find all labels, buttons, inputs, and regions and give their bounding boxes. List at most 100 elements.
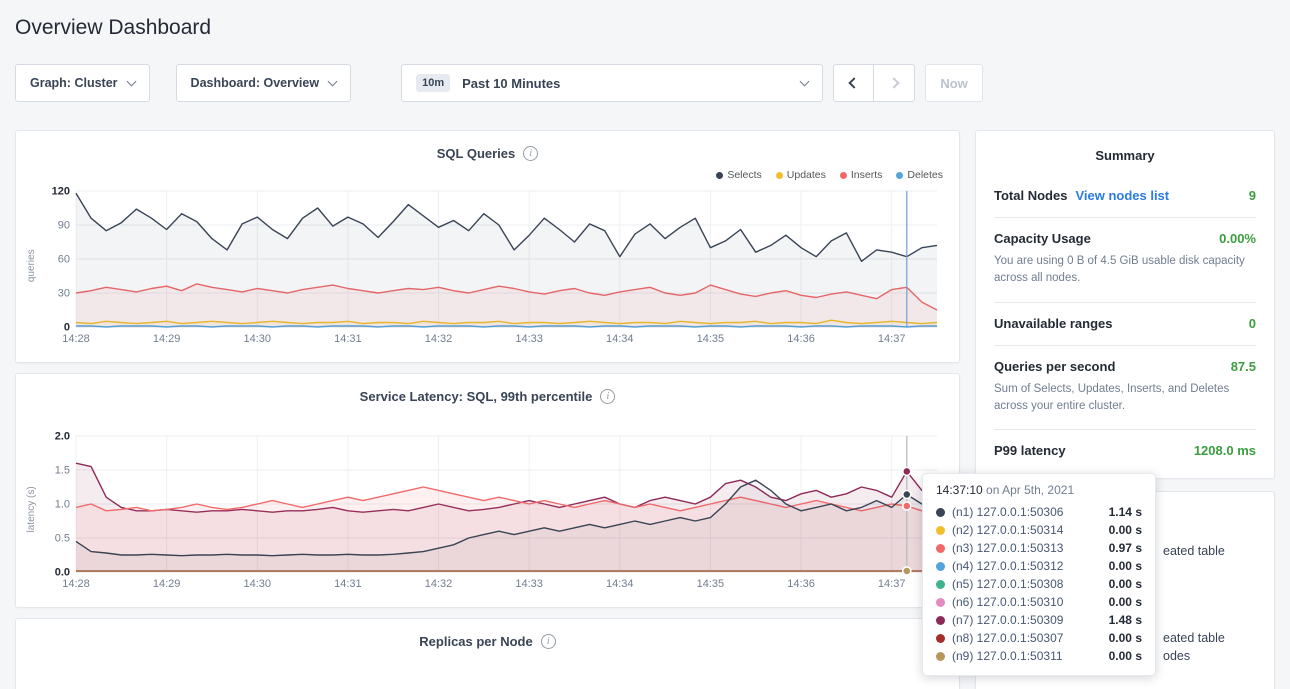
node-address: (n1) 127.0.0.1:50306: [952, 505, 1063, 519]
prev-time-button[interactable]: [833, 64, 874, 102]
node-color-dot-icon: [936, 580, 945, 589]
svg-text:14:34: 14:34: [606, 333, 634, 345]
node-latency-value: 0.00 s: [1109, 595, 1142, 609]
summary-row-p99-latency: P99 latency 1208.0 ms: [994, 430, 1256, 472]
svg-text:14:32: 14:32: [425, 333, 453, 345]
svg-text:14:30: 14:30: [243, 578, 271, 590]
svg-text:14:30: 14:30: [243, 333, 271, 345]
node-address: (n3) 127.0.0.1:50313: [952, 541, 1063, 555]
summary-row-queries-per-second: Queries per second 87.5 Sum of Selects, …: [994, 346, 1256, 431]
tooltip-timestamp: 14:37:10 on Apr 5th, 2021: [936, 483, 1142, 497]
next-time-button[interactable]: [874, 64, 915, 102]
dashboard-dropdown-label: Dashboard:: [191, 76, 260, 90]
svg-text:14:37: 14:37: [878, 578, 906, 590]
svg-text:1.0: 1.0: [55, 499, 70, 511]
svg-text:0.0: 0.0: [55, 567, 70, 579]
summary-panel: Summary Total Nodes View nodes list 9 Ca…: [975, 130, 1275, 479]
service-latency-chart[interactable]: 0.00.51.01.52.014:2814:2914:3014:3114:32…: [30, 430, 945, 592]
info-icon[interactable]: i: [523, 146, 538, 161]
svg-text:2.0: 2.0: [55, 431, 70, 443]
chevron-left-icon: [848, 77, 859, 88]
svg-text:14:29: 14:29: [153, 333, 181, 345]
graph-dropdown-value: Cluster: [74, 76, 117, 90]
chevron-down-icon: [800, 77, 810, 87]
p99-latency-label: P99 latency: [994, 443, 1066, 458]
svg-text:14:28: 14:28: [62, 578, 90, 590]
node-color-dot-icon: [936, 598, 945, 607]
node-latency-value: 0.00 s: [1109, 649, 1142, 663]
tooltip-node-row: (n8) 127.0.0.1:503070.00 s: [936, 629, 1142, 647]
sql-queries-chart-card: SQL Queries i Selects Updates Inserts Delet…: [15, 130, 960, 363]
node-latency-value: 0.97 s: [1109, 541, 1142, 555]
svg-text:60: 60: [58, 254, 70, 266]
time-range-badge: 10m: [416, 74, 450, 92]
info-icon[interactable]: i: [541, 634, 556, 649]
unavailable-ranges-value: 0: [1249, 316, 1256, 331]
dashboard-controls: Graph: Cluster Dashboard: Overview 10m P…: [15, 64, 1275, 102]
latency-y-axis-label: latency (s): [26, 486, 37, 532]
time-range-value: Past 10 Minutes: [462, 76, 560, 91]
chevron-right-icon: [888, 77, 899, 88]
svg-text:14:29: 14:29: [153, 578, 181, 590]
event-item-fragment: eated table: [1163, 631, 1225, 645]
svg-text:90: 90: [58, 220, 70, 232]
queries-per-second-value: 87.5: [1231, 359, 1256, 374]
sql-queries-legend: Selects Updates Inserts Deletes: [30, 167, 943, 183]
sql-queries-chart[interactable]: 030609012014:2814:2914:3014:3114:3214:33…: [30, 185, 945, 347]
tooltip-node-row: (n7) 127.0.0.1:503091.48 s: [936, 611, 1142, 629]
node-color-dot-icon: [936, 562, 945, 571]
node-address: (n8) 127.0.0.1:50307: [952, 631, 1063, 645]
tooltip-date: on Apr 5th, 2021: [983, 483, 1074, 497]
svg-text:0.5: 0.5: [55, 533, 70, 545]
sql-queries-chart-title: SQL Queries: [437, 146, 516, 161]
node-address: (n4) 127.0.0.1:50312: [952, 559, 1063, 573]
tooltip-node-row: (n4) 127.0.0.1:50312 0.00 s: [936, 557, 1142, 575]
p99-latency-value: 1208.0 ms: [1194, 443, 1256, 458]
dashboard-dropdown-value: Overview: [263, 76, 319, 90]
service-latency-chart-card: Service Latency: SQL, 99th percentile i …: [15, 373, 960, 608]
legend-item-selects[interactable]: Selects: [716, 167, 761, 183]
node-address: (n6) 127.0.0.1:50310: [952, 595, 1063, 609]
svg-text:120: 120: [52, 186, 70, 198]
node-latency-value: 0.00 s: [1109, 559, 1142, 573]
node-color-dot-icon: [936, 544, 945, 553]
tooltip-node-row: (n6) 127.0.0.1:50310 0.00 s: [936, 593, 1142, 611]
info-icon[interactable]: i: [600, 389, 615, 404]
summary-row-total-nodes: Total Nodes View nodes list 9: [994, 175, 1256, 218]
svg-text:14:33: 14:33: [515, 578, 543, 590]
total-nodes-value: 9: [1249, 188, 1256, 203]
svg-text:0: 0: [64, 322, 70, 334]
legend-item-inserts[interactable]: Inserts: [840, 167, 883, 183]
time-range-dropdown[interactable]: 10m Past 10 Minutes: [401, 64, 823, 102]
legend-item-deletes[interactable]: Deletes: [896, 167, 943, 183]
summary-row-unavailable-ranges: Unavailable ranges 0: [994, 303, 1256, 346]
event-item-fragment: odes: [1163, 649, 1190, 663]
legend-dot-icon: [840, 172, 847, 179]
node-address: (n9) 127.0.0.1:50311: [952, 649, 1063, 663]
chevron-down-icon: [126, 77, 136, 87]
capacity-usage-label: Capacity Usage: [994, 231, 1091, 246]
svg-text:14:35: 14:35: [697, 333, 725, 345]
node-latency-value: 0.00 s: [1109, 577, 1142, 591]
service-latency-chart-title: Service Latency: SQL, 99th percentile: [360, 389, 593, 404]
svg-text:30: 30: [58, 288, 70, 300]
page-title: Overview Dashboard: [15, 16, 1275, 40]
view-nodes-list-link[interactable]: View nodes list: [1075, 188, 1169, 203]
tooltip-node-row: (n5) 127.0.0.1:50308 0.00 s: [936, 575, 1142, 593]
graph-dropdown[interactable]: Graph: Cluster: [15, 64, 150, 102]
legend-dot-icon: [776, 172, 783, 179]
legend-item-updates[interactable]: Updates: [776, 167, 826, 183]
summary-row-capacity-usage: Capacity Usage 0.00% You are using 0 B o…: [994, 218, 1256, 303]
node-color-dot-icon: [936, 634, 945, 643]
svg-text:1.5: 1.5: [55, 465, 70, 477]
svg-text:14:32: 14:32: [425, 578, 453, 590]
capacity-usage-value: 0.00%: [1219, 231, 1256, 246]
node-address: (n5) 127.0.0.1:50308: [952, 577, 1063, 591]
dashboard-dropdown[interactable]: Dashboard: Overview: [176, 64, 352, 102]
node-color-dot-icon: [936, 616, 945, 625]
total-nodes-label: Total Nodes: [994, 188, 1067, 203]
tooltip-node-row: (n3) 127.0.0.1:50313 0.97 s: [936, 539, 1142, 557]
svg-text:14:33: 14:33: [515, 333, 543, 345]
unavailable-ranges-label: Unavailable ranges: [994, 316, 1113, 331]
now-button[interactable]: Now: [925, 64, 983, 102]
